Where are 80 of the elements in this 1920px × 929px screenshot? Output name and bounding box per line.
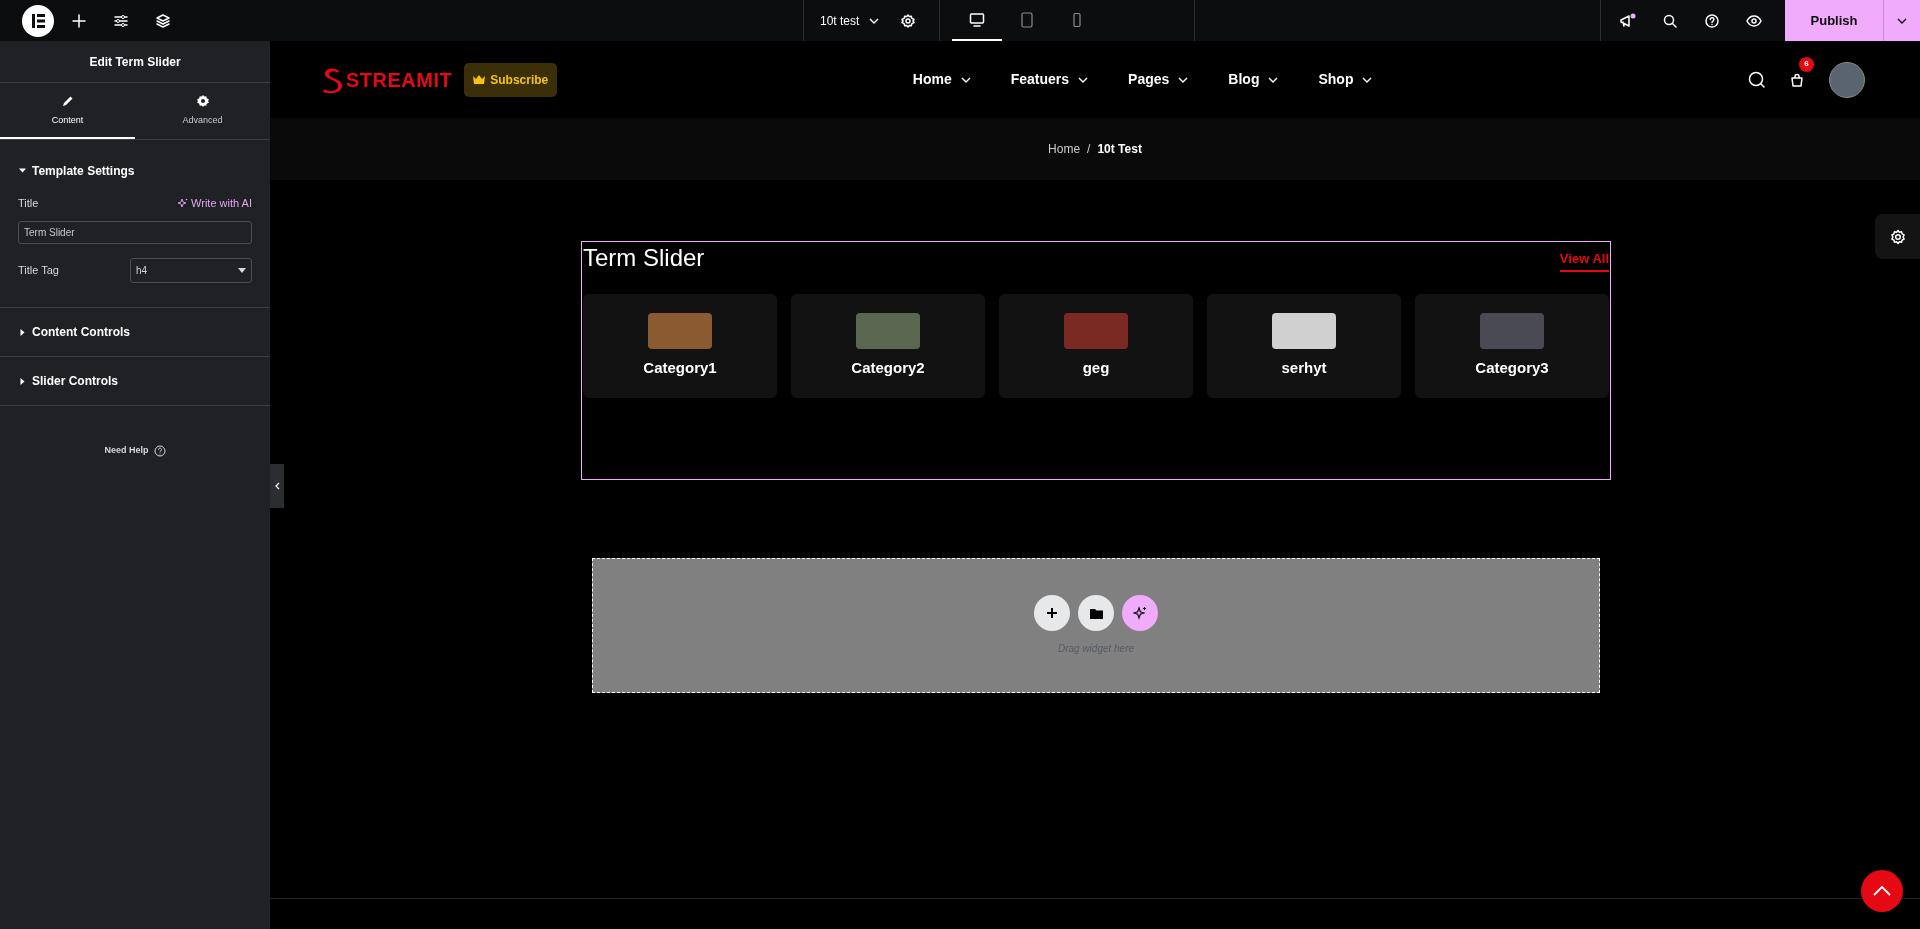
section-header[interactable]: Content Controls [0, 308, 148, 356]
eye-icon [1746, 14, 1762, 27]
nav-link[interactable]: Pages [1128, 69, 1189, 90]
breadcrumb-item[interactable]: Home [1048, 140, 1081, 158]
category-card[interactable]: Category1 [583, 293, 777, 398]
elementor-logo-icon[interactable] [22, 4, 54, 37]
sliders-icon [114, 13, 128, 28]
panel-tab[interactable]: Advanced [135, 83, 270, 139]
photo-placeholder [648, 312, 712, 349]
section-header[interactable]: Template Settings [0, 139, 153, 195]
caret-right-icon [19, 328, 26, 336]
field-label: Title Tag [18, 263, 59, 279]
title-input-field[interactable]: Term Slider [18, 221, 252, 244]
widget-title: Term Slider [583, 244, 705, 273]
page-title-dropdown[interactable]: 10t test [820, 0, 880, 41]
gear-icon [901, 13, 916, 28]
megaphone-icon [1619, 12, 1637, 29]
settings-button[interactable] [1875, 214, 1920, 259]
pencil-icon [60, 94, 75, 108]
category-card[interactable]: Category3 [1415, 293, 1609, 398]
s-logo-icon [322, 66, 342, 93]
chevron-down-icon [1178, 76, 1189, 83]
chevron-left-icon [274, 482, 280, 490]
sparkle-icon [178, 197, 189, 208]
need-help-link[interactable]: Need Help [104, 444, 149, 458]
view-all-link[interactable]: View All [1559, 249, 1609, 272]
cart-count-badge: 6 [1799, 56, 1814, 72]
breadcrumb-item: 10t Test [1097, 141, 1142, 158]
photo-placeholder [1480, 312, 1544, 349]
user-avatar[interactable] [1829, 61, 1865, 98]
subscribe-button[interactable]: Subscribe [464, 62, 558, 97]
folder-icon [1089, 607, 1103, 619]
breadcrumb-separator: / [1087, 141, 1091, 158]
term-slider-widget[interactable]: Term Slider View All Category1 Category2 geg serhyt Category3 [581, 241, 1611, 480]
gear-icon [195, 94, 210, 108]
photo-placeholder [1064, 312, 1128, 349]
sparkle-icon [1133, 606, 1147, 620]
chevron-down-icon [960, 76, 971, 83]
layers-icon [156, 13, 170, 28]
publish-button[interactable]: Publish [1785, 0, 1883, 41]
chevron-down-icon [869, 17, 880, 24]
nav-link[interactable]: Shop [1318, 69, 1373, 90]
nav-link[interactable]: Blog [1228, 69, 1279, 90]
template-library-button[interactable] [1078, 595, 1114, 631]
chevron-up-icon [1873, 886, 1891, 896]
plus-icon [72, 13, 86, 28]
search-icon[interactable] [1748, 71, 1765, 88]
help-icon [153, 444, 166, 457]
section-header[interactable]: Slider Controls [0, 357, 136, 405]
chevron-down-icon [1268, 76, 1279, 83]
category-card[interactable]: serhyt [1207, 293, 1401, 398]
chevron-down-icon [1897, 17, 1907, 24]
title-tag-select[interactable]: h4 [130, 258, 252, 283]
collapse-panel-button[interactable] [270, 464, 284, 508]
field-label: Title [18, 195, 39, 211]
panel-tab[interactable]: Content [0, 83, 135, 139]
tablet-icon [1019, 11, 1036, 28]
category-card[interactable]: geg [999, 293, 1193, 398]
nav-link[interactable]: Featuers [1010, 69, 1089, 90]
shopping-bag-icon[interactable] [1790, 73, 1804, 88]
caret-down-icon [238, 268, 246, 273]
caret-right-icon [19, 377, 26, 385]
desktop-icon [969, 11, 986, 28]
ai-button[interactable] [1122, 595, 1158, 631]
scroll-to-top-button[interactable] [1861, 870, 1903, 912]
chevron-down-icon [1078, 76, 1089, 83]
chevron-down-icon [1362, 76, 1373, 83]
photo-placeholder [1272, 312, 1336, 349]
caret-down-icon [19, 167, 26, 174]
plus-icon [1046, 607, 1058, 619]
site-logo[interactable]: STREAMIT [322, 64, 453, 95]
photo-placeholder [856, 312, 920, 349]
write-with-ai-link[interactable]: Write with AI [178, 194, 252, 211]
add-section-button[interactable] [1034, 595, 1070, 631]
category-card[interactable]: Category2 [791, 293, 985, 398]
crown-icon [473, 75, 486, 84]
nav-link[interactable]: Home [912, 69, 971, 90]
settings-icon [1889, 228, 1906, 245]
search-icon [1663, 13, 1677, 28]
help-icon [1705, 13, 1719, 28]
